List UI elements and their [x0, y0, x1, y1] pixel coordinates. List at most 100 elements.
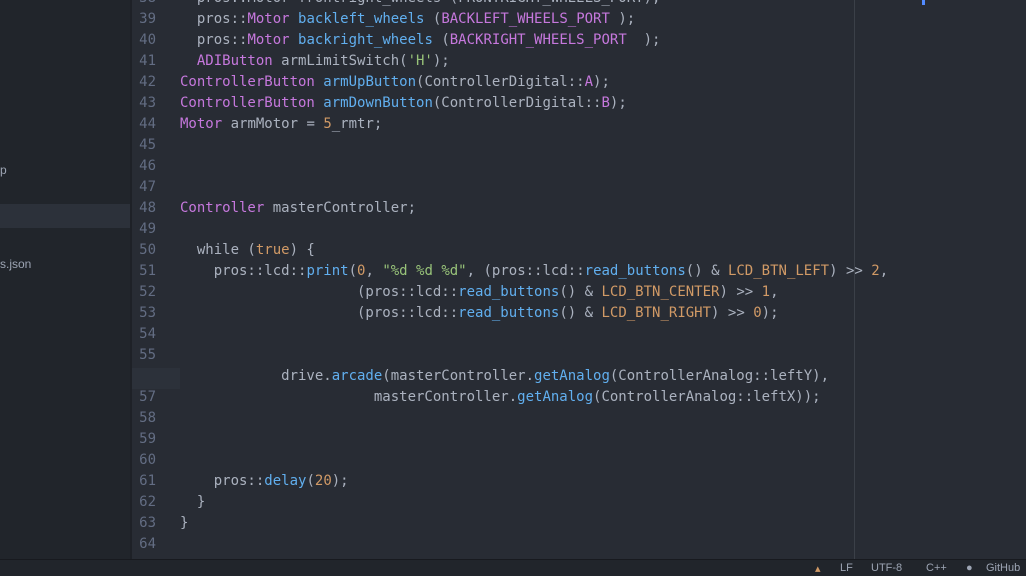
code-line[interactable]: ControllerButton armDownButton(Controlle… [180, 95, 627, 116]
line-number[interactable]: 61 [132, 473, 156, 494]
code-token: , [879, 263, 889, 279]
code-token: armLimitSwitch( [272, 53, 408, 69]
code-editor[interactable]: pros::Motor frontright_wheels (FRONTRIGH… [180, 0, 1026, 559]
code-line[interactable]: while (true) { [180, 242, 315, 263]
github-icon[interactable]: ● [966, 562, 973, 574]
tree-item[interactable] [0, 204, 130, 228]
code-token: ); [609, 11, 636, 27]
code-line[interactable]: pros::Motor backright_wheels (BACKRIGHT_… [180, 32, 661, 53]
line-number[interactable]: 40 [132, 32, 156, 53]
code-token: 5 [323, 116, 332, 132]
code-line[interactable]: pros::lcd::print(0, "%d %d %d", (pros::l… [180, 263, 888, 284]
line-number-gutter[interactable]: 3839404142434445464748495051525354555657… [132, 0, 180, 559]
code-token: ControllerButton [180, 95, 315, 111]
code-line[interactable]: ControllerButton armUpButton(ControllerD… [180, 74, 610, 95]
scroll-indicator[interactable] [922, 0, 925, 5]
warning-icon[interactable]: ▴ [815, 562, 821, 575]
code-token: 1 [761, 284, 771, 300]
code-token: ); [331, 473, 349, 489]
line-number[interactable]: 43 [132, 95, 156, 116]
code-token: pros:: [180, 32, 248, 48]
code-token: () & [685, 263, 728, 279]
code-token: masterController; [264, 200, 417, 216]
code-line[interactable]: (pros::lcd::read_buttons() & LCD_BTN_RIG… [180, 305, 779, 326]
line-number[interactable]: 39 [132, 11, 156, 32]
code-token: ); [593, 74, 610, 90]
code-token: armUpButton [323, 74, 417, 90]
code-token: ( [306, 473, 315, 489]
code-line[interactable]: drive.arcade(masterController.getAnalog(… [180, 368, 829, 389]
line-number[interactable]: 63 [132, 515, 156, 536]
code-token: 2 [871, 263, 880, 279]
code-token: 20 [314, 473, 332, 489]
code-token: (ControllerAnalog::leftX)); [593, 389, 821, 405]
code-token: read_buttons [458, 305, 560, 321]
code-token: 'H' [407, 53, 433, 69]
code-line[interactable]: } [180, 494, 205, 515]
code-token: Controller [180, 200, 265, 216]
line-number[interactable]: 51 [132, 263, 156, 284]
current-line-gutter-highlight [132, 368, 180, 389]
code-line[interactable]: ADIButton armLimitSwitch('H'); [180, 53, 450, 74]
line-number[interactable]: 62 [132, 494, 156, 515]
code-token: ) >> [719, 284, 762, 300]
line-number[interactable]: 48 [132, 200, 156, 221]
code-line[interactable]: pros::delay(20); [180, 473, 349, 494]
status-bar: ▴ LF UTF-8 C++ ● GitHub [0, 559, 1026, 576]
line-ending-indicator[interactable]: LF [840, 562, 853, 574]
code-token: ); [761, 305, 779, 321]
line-number[interactable]: 58 [132, 410, 156, 431]
code-token: Motor [247, 32, 290, 48]
code-token: (ControllerDigital:: [432, 95, 602, 111]
code-line[interactable]: Controller masterController; [180, 200, 416, 221]
line-number[interactable]: 42 [132, 74, 156, 95]
tree-item[interactable]: p [0, 158, 130, 182]
code-token: } [180, 494, 206, 510]
code-token: read_buttons [584, 263, 686, 279]
code-line[interactable]: pros::Motor frontright_wheels (FRONTRIGH… [180, 0, 661, 11]
line-number[interactable]: 41 [132, 53, 156, 74]
line-number[interactable]: 60 [132, 452, 156, 473]
code-token: pros::lcd:: [180, 263, 307, 279]
code-token: true [255, 242, 290, 258]
encoding-indicator[interactable]: UTF-8 [871, 562, 902, 574]
line-number[interactable]: 50 [132, 242, 156, 263]
line-number[interactable]: 54 [132, 326, 156, 347]
line-number[interactable]: 46 [132, 158, 156, 179]
line-number[interactable]: 64 [132, 536, 156, 557]
line-number[interactable]: 57 [132, 389, 156, 410]
line-number[interactable]: 52 [132, 284, 156, 305]
grammar-indicator[interactable]: C++ [926, 562, 947, 574]
code-token: ADIButton [196, 53, 273, 69]
code-token: 0 [753, 305, 762, 321]
code-token: ( [348, 263, 358, 279]
line-number[interactable]: 55 [132, 347, 156, 368]
code-line[interactable]: (pros::lcd::read_buttons() & LCD_BTN_CEN… [180, 284, 779, 305]
code-token: "%d %d %d" [382, 263, 467, 279]
line-number[interactable]: 49 [132, 221, 156, 242]
code-line[interactable]: Motor armMotor = 5_rmtr; [180, 116, 382, 137]
tree-view: p s.json [0, 0, 130, 559]
code-token: getAnalog [517, 389, 594, 405]
code-token: pros:: [180, 11, 248, 27]
code-token: ); [432, 53, 450, 69]
line-number[interactable]: 53 [132, 305, 156, 326]
line-number[interactable]: 45 [132, 137, 156, 158]
line-number[interactable]: 38 [132, 0, 156, 11]
line-number[interactable]: 59 [132, 431, 156, 452]
line-number[interactable]: 44 [132, 116, 156, 137]
code-token: LCD_BTN_CENTER [601, 284, 720, 300]
code-token: , (pros::lcd:: [466, 263, 585, 279]
code-token: ControllerButton [180, 74, 315, 90]
line-number[interactable]: 47 [132, 179, 156, 200]
code-token: pros::Motor frontright_wheels (FRONTRIGH… [180, 0, 661, 6]
code-line[interactable]: } [180, 515, 188, 536]
tree-item[interactable]: s.json [0, 252, 130, 276]
github-button[interactable]: GitHub [986, 562, 1020, 574]
code-line[interactable]: pros::Motor backleft_wheels (BACKLEFT_WH… [180, 11, 635, 32]
code-token: Motor [247, 11, 290, 27]
code-line[interactable]: masterController.getAnalog(ControllerAna… [180, 389, 821, 410]
code-token: pros:: [180, 473, 265, 489]
code-token: ); [609, 95, 627, 111]
